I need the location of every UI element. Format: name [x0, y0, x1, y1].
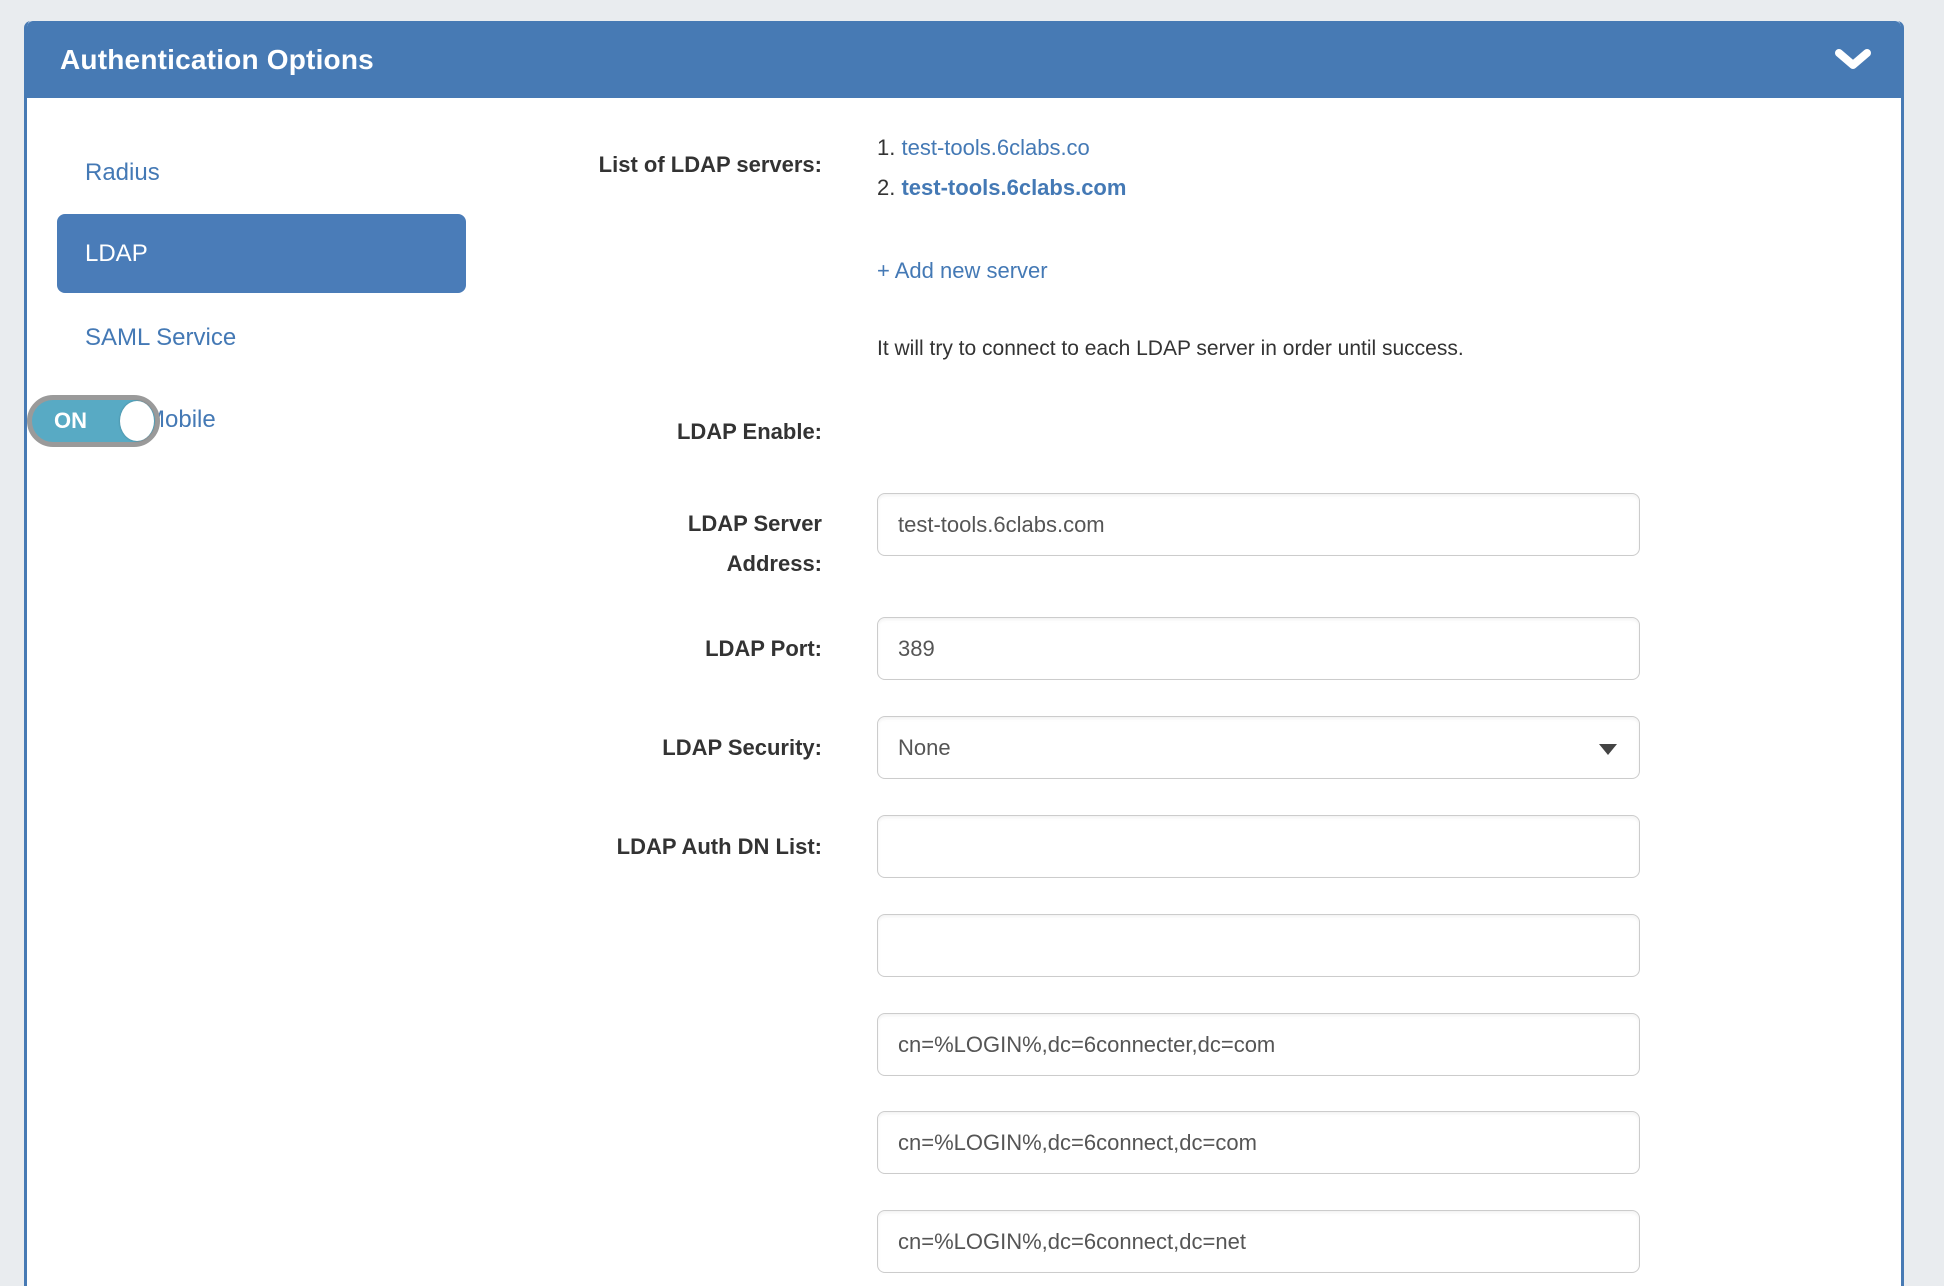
toggle-state-text: ON: [54, 408, 87, 434]
ldap-port-label: LDAP Port:: [422, 617, 822, 680]
server-link-1[interactable]: test-tools.6clabs.co: [901, 135, 1089, 160]
ldap-security-select[interactable]: None: [877, 716, 1640, 779]
panel-title: Authentication Options: [60, 44, 374, 76]
panel-body: Radius LDAP SAML Service DUO Mobile List…: [27, 98, 1901, 1286]
ldap-security-selected-value: None: [898, 735, 951, 761]
ldap-order-hint: It will try to connect to each LDAP serv…: [877, 332, 1640, 366]
ldap-enable-toggle[interactable]: ON: [27, 395, 160, 447]
ldap-auth-dn-input-2[interactable]: [877, 914, 1640, 977]
tab-saml-service[interactable]: SAML Service: [57, 321, 466, 355]
ldap-enable-label: LDAP Enable:: [422, 400, 822, 463]
toggle-knob[interactable]: [120, 401, 154, 441]
ldap-auth-dn-input-4[interactable]: [877, 1111, 1640, 1174]
ldap-server-item: 2. test-tools.6clabs.com: [877, 168, 1640, 208]
ldap-server-list: 1. test-tools.6clabs.co 2. test-tools.6c…: [877, 128, 1640, 208]
ldap-auth-dn-input-3[interactable]: [877, 1013, 1640, 1076]
server-item-number: 2.: [877, 175, 895, 200]
ldap-port-input[interactable]: [877, 617, 1640, 680]
ldap-servers-list-label: List of LDAP servers:: [422, 133, 822, 196]
ldap-server-item: 1. test-tools.6clabs.co: [877, 128, 1640, 168]
ldap-auth-dn-list-label: LDAP Auth DN List:: [422, 815, 822, 878]
ldap-auth-dn-input-1[interactable]: [877, 815, 1640, 878]
ldap-auth-dn-input-5[interactable]: [877, 1210, 1640, 1273]
tab-ldap[interactable]: LDAP: [57, 214, 466, 293]
dropdown-arrow-icon: [1599, 744, 1617, 755]
panel-header[interactable]: Authentication Options: [27, 21, 1901, 98]
ldap-server-address-input[interactable]: [877, 493, 1640, 556]
ldap-security-label: LDAP Security:: [422, 716, 822, 779]
ldap-server-address-label: LDAP Server Address:: [622, 504, 822, 584]
add-new-server-link[interactable]: + Add new server: [877, 254, 1048, 288]
tab-radius[interactable]: Radius: [57, 156, 466, 190]
authentication-options-panel: Authentication Options Radius LDAP SAML …: [24, 21, 1904, 1286]
server-link-2[interactable]: test-tools.6clabs.com: [901, 175, 1126, 200]
collapse-chevron-icon[interactable]: [1835, 48, 1871, 72]
server-item-number: 1.: [877, 135, 895, 160]
